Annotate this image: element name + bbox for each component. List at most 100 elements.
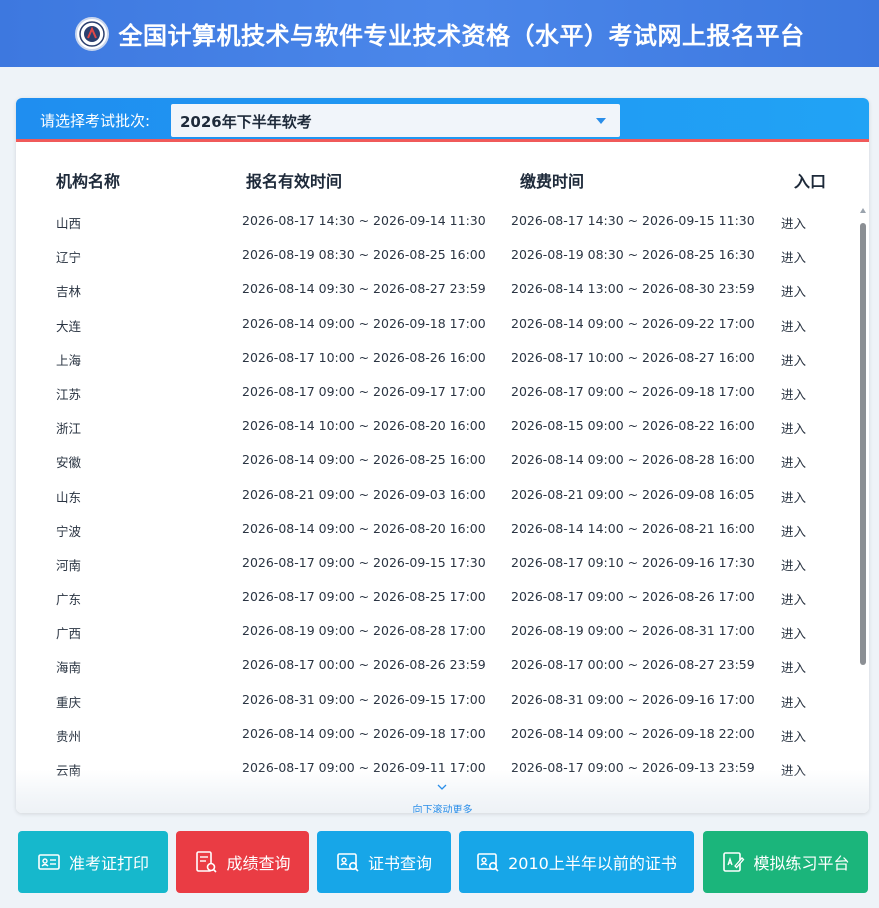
registration-time-cell: 2026-08-17 09:00 ~ 2026-09-15 17:30 bbox=[242, 554, 486, 570]
payment-time-cell: 2026-08-17 14:30 ~ 2026-09-15 11:30 bbox=[511, 213, 755, 228]
table-row: 广西 2026-08-19 09:00 ~ 2026-08-28 17:00 202… bbox=[16, 613, 856, 647]
enter-link[interactable]: 进入 bbox=[781, 316, 806, 335]
practice-edit-icon bbox=[723, 852, 745, 872]
enter-link[interactable]: 进入 bbox=[781, 487, 806, 506]
payment-time-cell: 2026-08-19 09:00 ~ 2026-08-31 17:00 bbox=[511, 623, 755, 639]
org-name-cell: 辽宁 bbox=[56, 250, 82, 266]
payment-time-cell: 2026-08-19 08:30 ~ 2026-08-25 16:30 bbox=[511, 247, 755, 263]
score-query-button[interactable]: 成绩查询 bbox=[176, 831, 309, 893]
table-row: 江苏 2026-08-17 09:00 ~ 2026-09-17 17:00 202… bbox=[16, 374, 856, 408]
pre-2010-certificate-button[interactable]: 2010上半年以前的证书 bbox=[459, 831, 694, 893]
org-name-cell: 山西 bbox=[56, 216, 82, 231]
table-row: 山东 2026-08-21 09:00 ~ 2026-09-03 16:00 202… bbox=[16, 477, 856, 511]
practice-platform-button[interactable]: 模拟练习平台 bbox=[703, 831, 868, 893]
payment-time-cell: 2026-08-17 09:00 ~ 2026-08-26 17:00 bbox=[511, 589, 755, 605]
table-row: 贵州 2026-08-14 09:00 ~ 2026-09-18 17:00 202… bbox=[16, 716, 856, 750]
exam-schedule-card: 请选择考试批次: 2026年下半年软考 机构名称 报名有效时间 缴费时间 入口 … bbox=[16, 98, 869, 813]
payment-time-cell: 2026-08-14 09:00 ~ 2026-09-18 22:00 bbox=[511, 725, 755, 741]
table-row: 浙江 2026-08-14 10:00 ~ 2026-08-20 16:00 202… bbox=[16, 408, 856, 442]
enter-link[interactable]: 进入 bbox=[781, 213, 806, 232]
registration-time-cell: 2026-08-19 08:30 ~ 2026-08-25 16:00 bbox=[242, 247, 486, 263]
org-name-cell: 吉林 bbox=[56, 284, 82, 300]
payment-time-cell: 2026-08-17 09:10 ~ 2026-09-16 17:30 bbox=[511, 554, 755, 570]
table-row: 宁波 2026-08-14 09:00 ~ 2026-08-20 16:00 202… bbox=[16, 511, 856, 545]
payment-time-cell: 2026-08-31 09:00 ~ 2026-09-16 17:00 bbox=[511, 691, 755, 707]
registration-time-cell: 2026-08-14 09:00 ~ 2026-09-18 17:00 bbox=[242, 315, 486, 331]
scrollbar-thumb[interactable] bbox=[860, 223, 866, 665]
enter-link[interactable]: 进入 bbox=[781, 726, 806, 745]
certificate-query-label: 证书查询 bbox=[367, 854, 432, 873]
registration-time-cell: 2026-08-17 09:00 ~ 2026-08-25 17:00 bbox=[242, 589, 486, 605]
table-row: 海南 2026-08-17 00:00 ~ 2026-08-26 23:59 202… bbox=[16, 647, 856, 681]
payment-time-cell: 2026-08-17 09:00 ~ 2026-09-18 17:00 bbox=[511, 383, 755, 399]
column-header-pay-time: 缴费时间 bbox=[520, 172, 585, 191]
payment-time-cell: 2026-08-17 00:00 ~ 2026-08-27 23:59 bbox=[511, 657, 755, 673]
chevron-down-icon bbox=[596, 118, 606, 124]
registration-time-cell: 2026-08-19 09:00 ~ 2026-08-28 17:00 bbox=[242, 623, 486, 639]
payment-time-cell: 2026-08-14 14:00 ~ 2026-08-21 16:00 bbox=[511, 520, 755, 536]
enter-link[interactable]: 进入 bbox=[781, 452, 806, 471]
enter-link[interactable]: 进入 bbox=[781, 247, 806, 266]
org-name-cell: 河南 bbox=[56, 557, 82, 573]
payment-time-cell: 2026-08-15 09:00 ~ 2026-08-22 16:00 bbox=[511, 418, 755, 434]
registration-time-cell: 2026-08-14 09:00 ~ 2026-09-18 17:00 bbox=[242, 725, 486, 741]
batch-select-dropdown[interactable]: 2026年下半年软考 bbox=[171, 104, 620, 137]
enter-link[interactable]: 进入 bbox=[781, 384, 806, 403]
enter-link[interactable]: 进入 bbox=[781, 657, 806, 676]
certificate-query-button[interactable]: 证书查询 bbox=[317, 831, 451, 893]
certificate-search-icon bbox=[477, 853, 499, 872]
org-name-cell: 重庆 bbox=[56, 694, 82, 710]
enter-link[interactable]: 进入 bbox=[781, 521, 806, 540]
page-title: 全国计算机技术与软件专业技术资格（水平）考试网上报名平台 bbox=[118, 22, 805, 50]
site-logo-icon bbox=[74, 16, 109, 51]
column-header-reg-time: 报名有效时间 bbox=[246, 172, 343, 191]
column-header-entry: 入口 bbox=[794, 172, 827, 191]
enter-link[interactable]: 进入 bbox=[781, 623, 806, 642]
registration-time-cell: 2026-08-14 09:30 ~ 2026-08-27 23:59 bbox=[242, 281, 486, 297]
chevron-down-icon bbox=[437, 784, 447, 790]
table-row: 吉林 2026-08-14 09:30 ~ 2026-08-27 23:59 202… bbox=[16, 271, 856, 305]
org-name-cell: 江苏 bbox=[56, 386, 82, 402]
org-name-cell: 上海 bbox=[56, 352, 82, 368]
certificate-search-icon bbox=[337, 853, 359, 872]
payment-time-cell: 2026-08-21 09:00 ~ 2026-09-08 16:05 bbox=[511, 486, 755, 502]
id-card-icon bbox=[38, 854, 60, 870]
enter-link[interactable]: 进入 bbox=[781, 418, 806, 437]
scroll-more-hint: 向下滚动更多 bbox=[412, 805, 473, 813]
enter-link[interactable]: 进入 bbox=[781, 555, 806, 574]
enter-link[interactable]: 进入 bbox=[781, 589, 806, 608]
batch-selector-bar: 请选择考试批次: 2026年下半年软考 bbox=[16, 98, 869, 142]
table-row: 安徽 2026-08-14 09:00 ~ 2026-08-25 16:00 202… bbox=[16, 442, 856, 476]
payment-time-cell: 2026-08-17 10:00 ~ 2026-08-27 16:00 bbox=[511, 349, 755, 365]
registration-time-cell: 2026-08-17 00:00 ~ 2026-08-26 23:59 bbox=[242, 657, 486, 673]
registration-time-cell: 2026-08-31 09:00 ~ 2026-09-15 17:00 bbox=[242, 691, 486, 707]
batch-select-value: 2026年下半年软考 bbox=[180, 113, 312, 131]
org-name-cell: 海南 bbox=[56, 660, 82, 676]
org-name-cell: 宁波 bbox=[56, 523, 82, 539]
org-name-cell: 安徽 bbox=[56, 455, 82, 471]
table-row: 河南 2026-08-17 09:00 ~ 2026-09-15 17:30 202… bbox=[16, 545, 856, 579]
enter-link[interactable]: 进入 bbox=[781, 281, 806, 300]
table-row: 广东 2026-08-17 09:00 ~ 2026-08-25 17:00 202… bbox=[16, 579, 856, 613]
pre-2010-certificate-label: 2010上半年以前的证书 bbox=[508, 854, 677, 873]
payment-time-cell: 2026-08-14 13:00 ~ 2026-08-30 23:59 bbox=[511, 281, 755, 297]
scroll-up-arrow-icon[interactable] bbox=[860, 208, 866, 213]
org-name-cell: 广西 bbox=[56, 626, 82, 642]
enter-link[interactable]: 进入 bbox=[781, 350, 806, 369]
org-name-cell: 大连 bbox=[56, 318, 82, 334]
registration-time-cell: 2026-08-14 09:00 ~ 2026-08-20 16:00 bbox=[242, 520, 486, 536]
admission-ticket-print-button[interactable]: 准考证打印 bbox=[18, 831, 168, 893]
page-header: 全国计算机技术与软件专业技术资格（水平）考试网上报名平台 bbox=[0, 0, 879, 67]
registration-time-cell: 2026-08-17 14:30 ~ 2026-09-14 11:30 bbox=[242, 213, 486, 228]
report-search-icon bbox=[196, 851, 218, 873]
org-name-cell: 贵州 bbox=[56, 728, 82, 744]
enter-link[interactable]: 进入 bbox=[781, 692, 806, 711]
org-name-cell: 浙江 bbox=[56, 421, 82, 437]
registration-time-cell: 2026-08-14 09:00 ~ 2026-08-25 16:00 bbox=[242, 452, 486, 468]
payment-time-cell: 2026-08-14 09:00 ~ 2026-09-22 17:00 bbox=[511, 315, 755, 331]
schedule-table-body: 山西 2026-08-17 14:30 ~ 2026-09-14 11:30 202… bbox=[16, 203, 856, 784]
column-header-org: 机构名称 bbox=[56, 172, 121, 191]
admission-ticket-print-label: 准考证打印 bbox=[68, 854, 149, 873]
payment-time-cell: 2026-08-14 09:00 ~ 2026-08-28 16:00 bbox=[511, 452, 755, 468]
score-query-label: 成绩查询 bbox=[226, 854, 291, 873]
